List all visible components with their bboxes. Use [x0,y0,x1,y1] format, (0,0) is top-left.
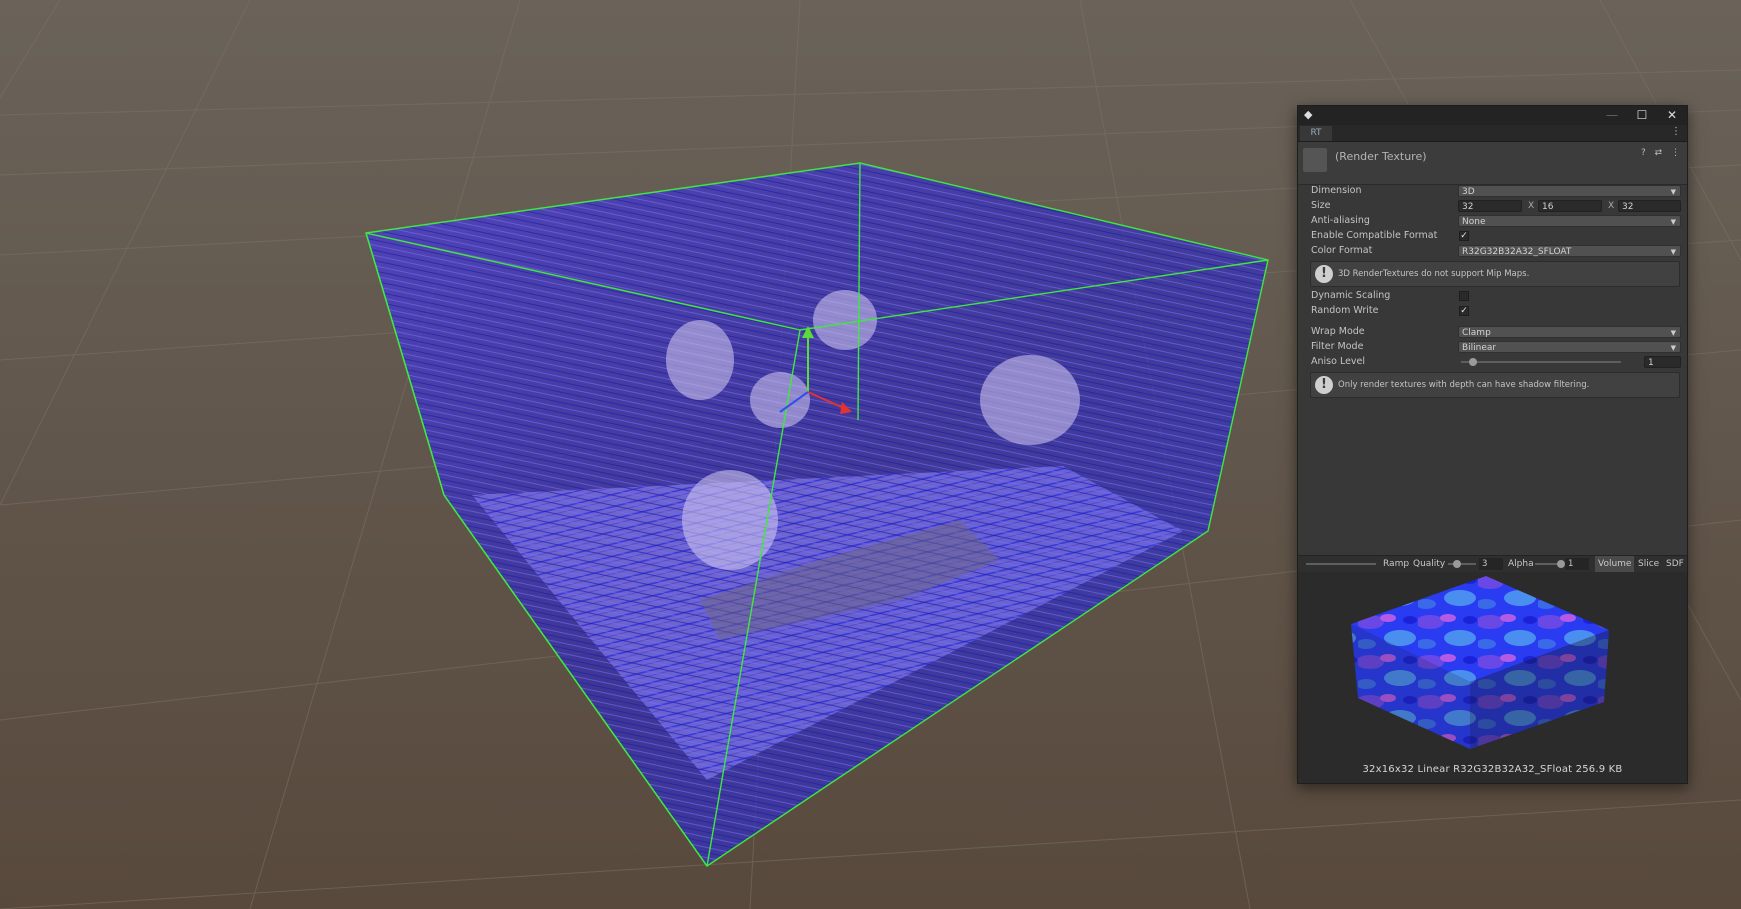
anti-aliasing-value: None [1462,217,1486,227]
mip-maps-helpbox: ! 3D RenderTextures do not support Mip M… [1310,261,1680,287]
chevron-down-icon: ▼ [1670,344,1676,352]
mip-maps-help-text: 3D RenderTextures do not support Mip Map… [1338,269,1530,279]
alpha-slider-knob[interactable] [1557,560,1565,568]
sdf-button[interactable]: SDF [1666,556,1684,572]
window-titlebar[interactable]: ◆ — ☐ ✕ [1298,106,1687,125]
quality-slider-knob[interactable] [1453,560,1461,568]
size-sep-1: X [1528,201,1535,211]
ramp-button[interactable]: Ramp [1383,556,1409,572]
size-x-field[interactable]: 32 [1458,200,1522,212]
alpha-label: Alpha [1508,559,1534,569]
chevron-down-icon: ▼ [1670,248,1676,256]
anti-aliasing-dropdown[interactable]: None ▼ [1458,215,1681,227]
close-button[interactable]: ✕ [1657,106,1687,125]
warning-icon: ! [1315,376,1333,394]
filter-mode-dropdown[interactable]: Bilinear ▼ [1458,341,1681,353]
aniso-level-slider-knob[interactable] [1469,358,1477,366]
size-label: Size [1311,200,1331,211]
aniso-level-slider-track[interactable] [1461,361,1621,363]
tab-inspector-icon[interactable]: RT [1300,126,1332,141]
preview-exposure-slider[interactable] [1306,563,1376,565]
size-sep-2: X [1608,201,1615,211]
row-anti-aliasing: Anti-aliasing None ▼ [1298,214,1687,228]
warning-icon: ! [1315,265,1333,283]
chevron-down-icon: ▼ [1670,329,1676,337]
aniso-level-label: Aniso Level [1311,356,1366,367]
volume-preview-cube [1351,576,1609,749]
color-format-label: Color Format [1311,245,1373,256]
slice-button[interactable]: Slice [1638,556,1659,572]
chevron-down-icon: ▼ [1670,188,1676,196]
volume-button[interactable]: Volume [1595,556,1635,572]
asset-title: (Render Texture) [1335,150,1427,163]
filter-mode-label: Filter Mode [1311,341,1364,352]
quality-label: Quality [1413,559,1446,569]
header-icons[interactable]: ? ⇄ ⋮ [1641,148,1683,158]
inspector-header: (Render Texture) ? ⇄ ⋮ [1298,142,1687,185]
row-dynamic-scaling: Dynamic Scaling [1298,289,1687,303]
asset-thumbnail [1303,148,1327,172]
alpha-field[interactable]: 1 [1565,558,1589,570]
color-format-value: R32G32B32A32_SFLOAT [1462,247,1572,257]
shadow-filtering-help-text: Only render textures with depth can have… [1338,380,1590,390]
texture-preview[interactable]: 32x16x32 Linear R32G32B32A32_SFloat 256.… [1298,572,1687,783]
dynamic-scaling-checkbox[interactable] [1459,291,1469,301]
filter-mode-value: Bilinear [1462,343,1497,353]
dynamic-scaling-label: Dynamic Scaling [1311,290,1391,301]
row-dimension: Dimension 3D ▼ [1298,184,1687,198]
wrap-mode-label: Wrap Mode [1311,326,1365,337]
anti-aliasing-label: Anti-aliasing [1311,215,1370,226]
enable-compatible-format-checkbox[interactable]: ✓ [1459,231,1469,241]
size-z-field[interactable]: 32 [1618,200,1681,212]
preview-toolbar: Ramp Quality 3 Alpha 1 Volume Slice SDF [1298,555,1687,573]
size-y-field[interactable]: 16 [1538,200,1602,212]
minimize-button[interactable]: — [1597,106,1627,125]
row-size: Size 32 X 16 X 32 [1298,199,1687,213]
inspector-window: ◆ — ☐ ✕ RT ⋮ (Render Texture) ? ⇄ ⋮ Dime… [1297,105,1688,784]
wrap-mode-value: Clamp [1462,328,1491,338]
row-filter-mode: Filter Mode Bilinear ▼ [1298,340,1687,354]
color-format-dropdown[interactable]: R32G32B32A32_SFLOAT ▼ [1458,245,1681,257]
wrap-mode-dropdown[interactable]: Clamp ▼ [1458,326,1681,338]
dimension-value: 3D [1462,187,1475,197]
unity-logo-icon: ◆ [1304,108,1313,121]
row-color-format: Color Format R32G32B32A32_SFLOAT ▼ [1298,244,1687,258]
preview-info-text: 32x16x32 Linear R32G32B32A32_SFloat 256.… [1362,764,1623,775]
tab-bar: RT ⋮ [1298,125,1687,142]
enable-compatible-format-label: Enable Compatible Format [1311,230,1438,241]
row-random-write: Random Write ✓ [1298,304,1687,318]
random-write-checkbox[interactable]: ✓ [1459,306,1469,316]
aniso-level-field[interactable]: 1 [1644,356,1681,368]
row-wrap-mode: Wrap Mode Clamp ▼ [1298,325,1687,339]
shadow-filtering-helpbox: ! Only render textures with depth can ha… [1310,372,1680,398]
dimension-label: Dimension [1311,185,1362,196]
row-aniso-level: Aniso Level 1 [1298,355,1687,369]
more-menu-icon[interactable]: ⋮ [1671,126,1681,137]
random-write-label: Random Write [1311,305,1379,316]
chevron-down-icon: ▼ [1670,218,1676,226]
dimension-dropdown[interactable]: 3D ▼ [1458,185,1681,197]
quality-field[interactable]: 3 [1479,558,1503,570]
row-enable-compatible-format: Enable Compatible Format ✓ [1298,229,1687,243]
maximize-button[interactable]: ☐ [1627,106,1657,125]
